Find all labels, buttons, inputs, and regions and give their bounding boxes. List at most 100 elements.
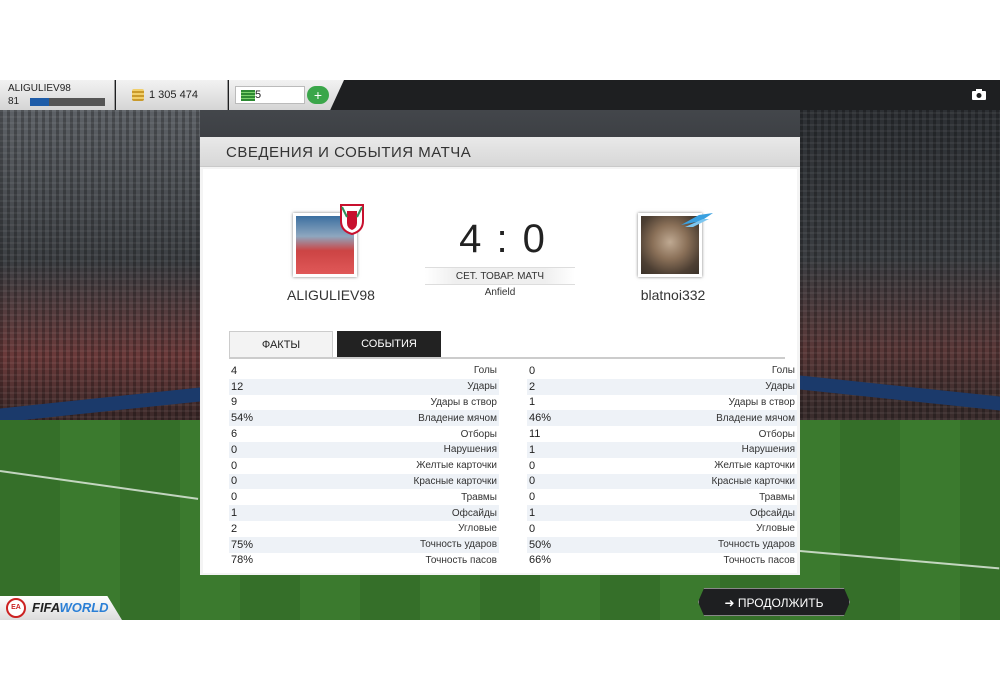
stat-label: Голы [771, 365, 795, 377]
away-stat-value: 1 [529, 396, 536, 409]
tab-facts[interactable]: ФАКТЫ [229, 331, 333, 357]
stat-label: Нарушения [443, 444, 497, 456]
home-stat-value: 0 [231, 459, 238, 472]
profile-box[interactable]: ALIGULIEV98 81 [0, 80, 115, 110]
profile-name: ALIGULIEV98 [8, 83, 71, 94]
stat-label: Точность ударов [419, 539, 497, 551]
stat-row: 0 Красные карточки [527, 473, 797, 490]
stat-row: 0 Нарушения [229, 441, 499, 458]
away-stat-value: 11 [529, 428, 541, 441]
away-stat-value: 0 [529, 364, 536, 377]
stat-label: Удары в створ [728, 396, 796, 408]
coins-value: 1 305 474 [149, 89, 198, 101]
stat-row: 0 Желтые карточки [229, 458, 499, 474]
zenit-logo-icon [681, 213, 713, 227]
stat-row: 6 Отборы [229, 426, 499, 442]
liverpool-crest-icon [340, 204, 364, 235]
home-stats-column: 4 Голы 12 Удары 9 Удары в створ 54% Владение мя… [229, 363, 499, 568]
home-stat-value: 9 [231, 396, 238, 409]
points-icon [241, 90, 255, 101]
stat-label: Угловые [458, 523, 497, 535]
home-stat-value: 0 [231, 475, 238, 488]
add-points-button[interactable]: + [307, 86, 329, 104]
arrow-right-icon: ➜ [724, 596, 735, 610]
match-type: СЕТ. ТОВАР. МАТЧ [425, 267, 575, 285]
home-stat-value: 75% [231, 538, 254, 551]
stats-table: 4 Голы 12 Удары 9 Удары в створ 54% Владение мя… [229, 357, 797, 571]
home-player-name: ALIGULIEV98 [287, 287, 375, 303]
stat-row: 75% Точность ударов [229, 536, 499, 553]
top-bar: ALIGULIEV98 81 1 305 474 5 + [0, 80, 1000, 110]
away-stat-value: 1 [529, 507, 536, 520]
match-score: 4 : 0 [459, 217, 547, 261]
away-stat-value: 0 [529, 491, 536, 504]
stat-label: Удары в створ [430, 396, 498, 408]
coins-icon [132, 89, 144, 101]
brand-world: WORLD [59, 600, 109, 615]
stat-row: 2 Угловые [229, 521, 499, 537]
stat-label: Владение мячом [418, 412, 497, 424]
tab-events[interactable]: СОБЫТИЯ [337, 331, 441, 357]
away-stat-value: 46% [529, 412, 552, 425]
home-stat-value: 2 [231, 522, 238, 535]
home-stat-value: 0 [231, 491, 238, 504]
stat-label: Офсайды [451, 507, 497, 519]
stat-row: 0 Угловые [527, 521, 797, 537]
stat-label: Отборы [460, 428, 497, 440]
stat-row: 9 Удары в створ [229, 395, 499, 411]
away-stat-value: 0 [529, 475, 536, 488]
fifa-world-logo: EA FIFAWORLD [0, 596, 122, 620]
home-stat-value: 0 [231, 443, 238, 456]
away-stat-value: 2 [529, 380, 536, 393]
stat-label: Точность пасов [425, 554, 498, 566]
stat-label: Красные карточки [711, 475, 795, 487]
home-stat-value: 54% [231, 412, 254, 425]
away-player-name: blatnoi332 [640, 287, 706, 303]
bottom-strip [0, 610, 1000, 620]
coins-box: 1 305 474 [116, 80, 228, 110]
stat-label: Точность пасов [723, 554, 796, 566]
stat-label: Удары [765, 381, 795, 393]
stat-row: 1 Удары в створ [527, 395, 797, 411]
stat-label: Офсайды [749, 507, 795, 519]
stat-row: 0 Желтые карточки [527, 458, 797, 474]
stat-row: 1 Офсайды [229, 505, 499, 521]
stat-row: 12 Удары [229, 378, 499, 395]
continue-button[interactable]: ➜ ПРОДОЛЖИТЬ [698, 588, 850, 616]
ea-sports-logo-icon: EA [6, 598, 26, 618]
stat-label: Красные карточки [413, 475, 497, 487]
brand-fifa: FIFA [32, 600, 60, 615]
match-facts-panel: СВЕДЕНИЯ И СОБЫТИЯ МАТЧА ALIGULIEV98 4 :… [200, 137, 800, 575]
stat-row: 66% Точность пасов [527, 553, 797, 569]
stat-row: 2 Удары [527, 378, 797, 395]
stadium-name: Anfield [484, 287, 516, 298]
stat-row: 54% Владение мячом [229, 410, 499, 427]
away-stat-value: 0 [529, 459, 536, 472]
stat-row: 0 Красные карточки [229, 473, 499, 490]
stat-label: Угловые [756, 523, 795, 535]
stat-row: 0 Травмы [229, 489, 499, 505]
stat-label: Удары [467, 381, 497, 393]
away-stats-column: 0 Голы 2 Удары 1 Удары в створ 46% Владение мяч… [527, 363, 797, 568]
continue-label: ПРОДОЛЖИТЬ [737, 596, 824, 610]
stat-label: Желтые карточки [416, 460, 497, 472]
bottom-bar: EA FIFAWORLD ➜ ПРОДОЛЖИТЬ [0, 588, 1000, 620]
stat-row: 46% Владение мячом [527, 410, 797, 427]
panel-title: СВЕДЕНИЯ И СОБЫТИЯ МАТЧА [200, 137, 800, 167]
stat-row: 11 Отборы [527, 426, 797, 442]
stat-row: 0 Травмы [527, 489, 797, 505]
away-stat-value: 1 [529, 443, 536, 456]
profile-level: 81 [8, 96, 20, 107]
camera-icon[interactable] [972, 89, 986, 100]
away-stat-value: 50% [529, 538, 552, 551]
xp-bar-fill [30, 98, 49, 106]
home-stat-value: 1 [231, 507, 238, 520]
stat-row: 78% Точность пасов [229, 553, 499, 569]
home-stat-value: 6 [231, 428, 238, 441]
stat-row: 1 Нарушения [527, 441, 797, 458]
brand-text: FIFAWORLD [32, 600, 109, 615]
home-stat-value: 12 [231, 380, 244, 393]
panel-body: ALIGULIEV98 4 : 0 СЕТ. ТОВАР. МАТЧ Anfie… [203, 169, 797, 573]
stat-row: 50% Точность ударов [527, 536, 797, 553]
stat-label: Голы [473, 365, 497, 377]
